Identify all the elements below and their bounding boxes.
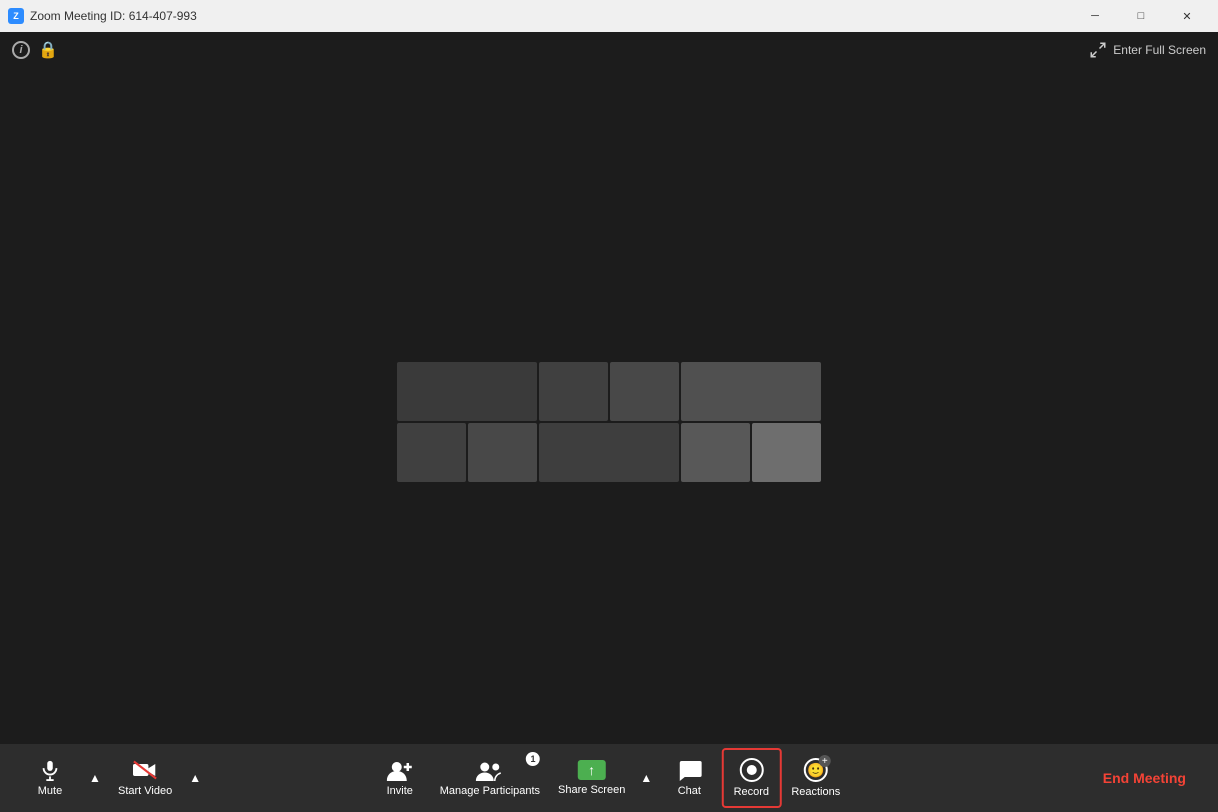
lock-icon: 🔒: [38, 40, 58, 60]
toolbar-right: End Meeting: [1091, 762, 1198, 794]
close-button[interactable]: ✕: [1164, 0, 1210, 32]
start-video-button[interactable]: Start Video: [110, 748, 180, 808]
chat-label: Chat: [678, 785, 701, 797]
fullscreen-label: Enter Full Screen: [1113, 43, 1206, 57]
fullscreen-icon: [1089, 41, 1107, 59]
top-left-icons: i 🔒: [12, 40, 58, 60]
tile-1: [397, 362, 537, 421]
info-icon[interactable]: i: [12, 41, 30, 59]
mute-button[interactable]: Mute: [20, 748, 80, 808]
tile-6: [468, 423, 537, 482]
invite-button[interactable]: Invite: [370, 748, 430, 808]
video-tiles-area: [397, 362, 821, 482]
tile-2: [539, 362, 608, 421]
reactions-label: Reactions: [791, 786, 840, 798]
tile-8: [681, 423, 750, 482]
share-screen-icon: ↑: [578, 760, 606, 780]
meeting-top-bar: i 🔒 Enter Full Screen: [0, 32, 1218, 68]
camera-off-icon: [133, 759, 157, 781]
bottom-toolbar: Mute ▲ Start Video ▲: [0, 744, 1218, 812]
record-icon: [739, 758, 763, 782]
toolbar-left: Mute ▲ Start Video ▲: [20, 748, 206, 808]
meeting-area: i 🔒 Enter Full Screen: [0, 32, 1218, 812]
toolbar-center: Invite 1 Manage Participants: [370, 748, 848, 808]
share-screen-button[interactable]: ↑ Share Screen: [550, 748, 633, 808]
minimize-button[interactable]: ─: [1072, 0, 1118, 32]
tile-7: [539, 423, 679, 482]
chat-icon: [677, 759, 701, 781]
tile-3: [610, 362, 679, 421]
invite-label: Invite: [387, 785, 413, 797]
title-bar: Z Zoom Meeting ID: 614-407-993 ─ □ ✕: [0, 0, 1218, 32]
microphone-icon: [39, 759, 61, 781]
reactions-button[interactable]: 🙂 + Reactions: [783, 748, 848, 808]
participants-icon: [476, 759, 504, 781]
mute-label: Mute: [38, 785, 62, 797]
title-left: Z Zoom Meeting ID: 614-407-993: [8, 8, 197, 24]
participant-count-badge: 1: [526, 752, 540, 766]
manage-participants-button[interactable]: 1 Manage Participants: [432, 748, 548, 808]
mute-chevron[interactable]: ▲: [84, 748, 106, 808]
tile-4: [681, 362, 821, 421]
fullscreen-button[interactable]: Enter Full Screen: [1089, 41, 1206, 59]
invite-icon: [387, 759, 413, 781]
start-video-label: Start Video: [118, 785, 172, 797]
tile-9: [752, 423, 821, 482]
window-title: Zoom Meeting ID: 614-407-993: [30, 9, 197, 23]
reactions-icon: 🙂 +: [804, 758, 828, 782]
end-meeting-button[interactable]: End Meeting: [1091, 762, 1198, 794]
share-screen-label: Share Screen: [558, 784, 625, 796]
record-label: Record: [734, 786, 769, 798]
record-button[interactable]: Record: [721, 748, 781, 808]
video-chevron[interactable]: ▲: [184, 748, 206, 808]
maximize-button[interactable]: □: [1118, 0, 1164, 32]
zoom-logo: Z: [8, 8, 24, 24]
chat-button[interactable]: Chat: [659, 748, 719, 808]
share-chevron[interactable]: ▲: [635, 748, 657, 808]
manage-participants-label: Manage Participants: [440, 785, 540, 797]
tile-5: [397, 423, 466, 482]
window-controls: ─ □ ✕: [1072, 0, 1210, 32]
